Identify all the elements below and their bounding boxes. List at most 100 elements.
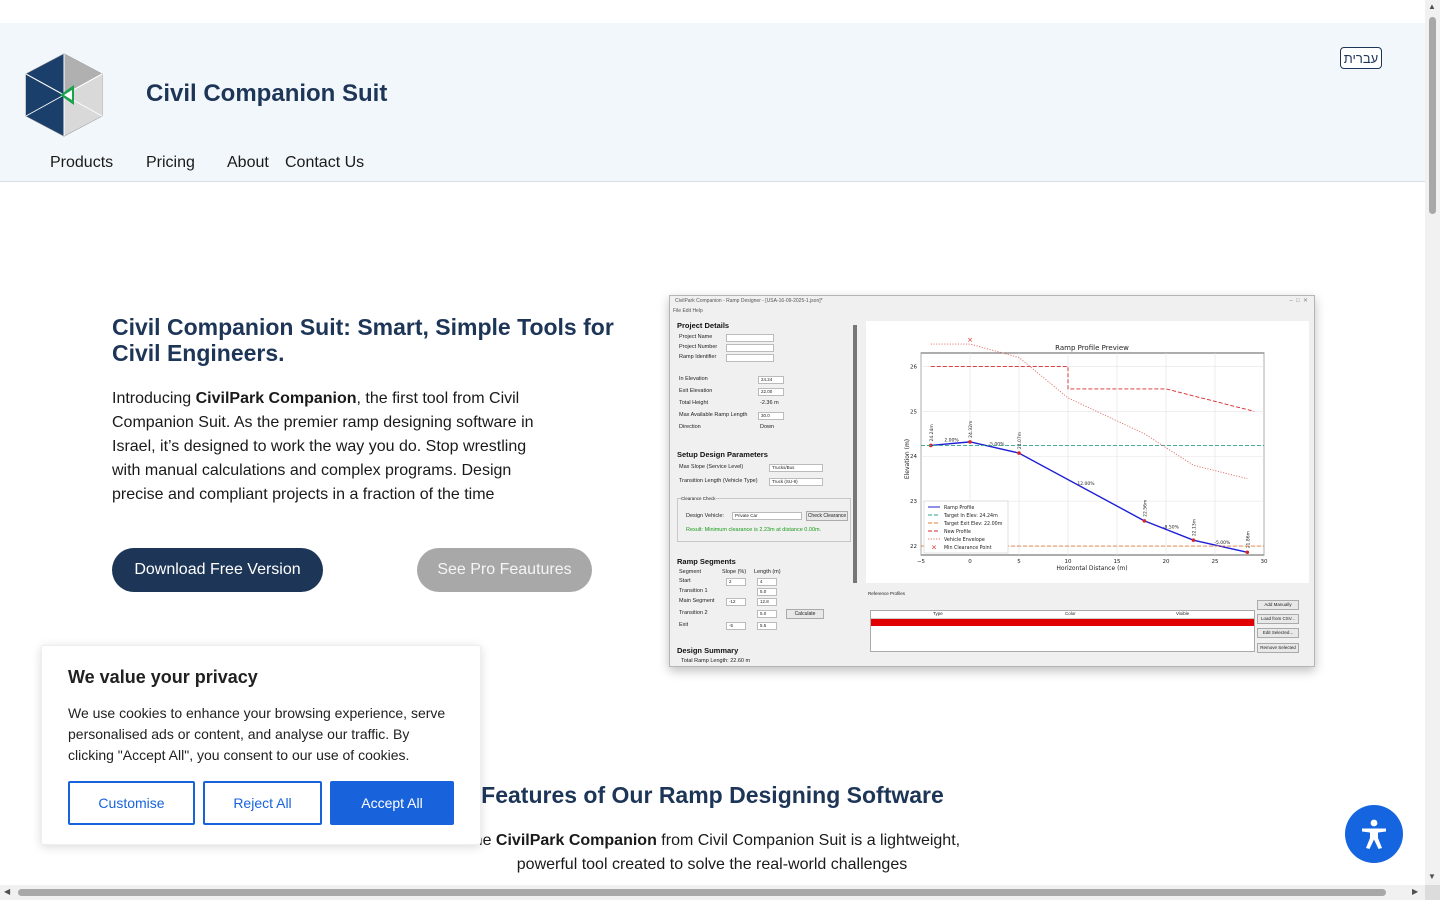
scroll-left-arrow-icon[interactable]: ◀	[4, 887, 10, 896]
customise-button[interactable]: Customise	[68, 781, 195, 825]
ramp-identifier-label: Ramp Identifier	[679, 354, 717, 360]
direction-value: Down	[760, 424, 775, 430]
accessibility-button[interactable]	[1345, 805, 1403, 863]
app-left-panel: Project Details Project Name Project Num…	[674, 319, 852, 664]
cookie-text: We use cookies to enhance your browsing …	[68, 705, 446, 763]
max-slope-label: Max Slope (Service Level)	[679, 464, 744, 470]
site-header: עברית Civil Companion Suit Products Pric…	[0, 23, 1425, 182]
app-screenshot: CivilPark Companion - Ramp Designer - [U…	[669, 295, 1315, 667]
product-name: CivilPark Companion	[195, 390, 357, 407]
segment-row-transition-2: Transition 2	[679, 610, 708, 616]
clearance-check-group: Clearance Check Design Vehicle: Private …	[677, 496, 851, 542]
total-ramp-length-text: Total Ramp Length: 22.60 m	[681, 658, 751, 664]
design-summary-heading: Design Summary	[677, 646, 739, 655]
accessibility-icon	[1362, 819, 1386, 849]
scroll-right-arrow-icon[interactable]: ▶	[1412, 887, 1418, 896]
scroll-up-arrow-icon[interactable]: ▲	[1428, 2, 1436, 11]
segment-length-input: 5.0	[757, 610, 777, 618]
chart-data-point	[1142, 519, 1147, 523]
chart-y-tick-label: 24	[910, 454, 917, 460]
vertical-scroll-thumb[interactable]	[1429, 17, 1436, 214]
ramp-identifier-input	[726, 354, 774, 362]
reference-color-header: Color	[1065, 611, 1076, 616]
chart-legend-label: Target Exit Elev: 22.00m	[943, 521, 1003, 527]
total-height-value: -2.36 m	[760, 400, 779, 406]
reference-table-row	[871, 619, 1254, 626]
chart-y-tick-label: 23	[910, 499, 917, 505]
max-ramp-length-label: Max Available Ramp Length	[679, 412, 748, 418]
nav-contact-us[interactable]: Contact Us	[285, 154, 364, 172]
chart-x-tick-label: 0	[968, 559, 972, 565]
chart-legend-label: New Profile	[944, 529, 971, 535]
segment-slope-input: -5	[726, 622, 746, 630]
project-details-heading: Project Details	[677, 321, 730, 330]
nav-pricing[interactable]: Pricing	[146, 154, 195, 172]
panel-scrollbar	[853, 325, 857, 583]
chart-slope-label: -5.00%	[989, 441, 1006, 447]
chart-x-tick-label: −5	[917, 559, 926, 565]
cookie-title: We value your privacy	[68, 667, 258, 687]
cube-logo-icon[interactable]	[22, 52, 106, 138]
hero-title: Civil Companion Suit: Smart, Simple Tool…	[112, 314, 614, 366]
chart-data-point	[1191, 538, 1196, 542]
chart-slope-label: -5.00%	[1214, 540, 1231, 546]
project-name-label: Project Name	[679, 334, 713, 340]
reference-table: Type Color Visible	[870, 610, 1255, 652]
horizontal-scrollbar[interactable]: ◀ ▶	[0, 885, 1425, 900]
nav-about[interactable]: About	[227, 154, 269, 172]
chart-legend-label: Ramp Profile	[944, 505, 974, 511]
segment-slope-input: 2	[726, 578, 746, 586]
direction-label: Direction	[679, 424, 701, 430]
cookie-consent-banner: We value your privacy We use cookies to …	[41, 645, 481, 845]
design-vehicle-label: Design Vehicle:	[686, 513, 724, 519]
vertical-scrollbar[interactable]: ▲ ▼	[1425, 0, 1440, 885]
chart-data-point	[968, 440, 972, 444]
exit-elevation-input: 22.00	[758, 388, 784, 396]
features-description: The CivilPark Companion from Civil Compa…	[464, 832, 961, 873]
reference-profiles-label: Reference Profiles	[868, 591, 906, 596]
segment-length-input: 5.5	[757, 622, 777, 630]
clearance-heading: Clearance Check	[681, 496, 716, 501]
slope-column-header: Slope (%)	[722, 569, 747, 575]
project-number-label: Project Number	[679, 344, 718, 350]
project-name-input	[726, 334, 774, 342]
segment-slope-input: -12	[726, 598, 746, 606]
scroll-down-arrow-icon[interactable]: ▼	[1428, 872, 1436, 881]
segment-row-exit: Exit	[679, 622, 689, 628]
chart-title: Ramp Profile Preview	[1055, 344, 1129, 352]
download-free-version-button[interactable]: Download Free Version	[112, 548, 323, 592]
accept-all-button[interactable]: Accept All	[330, 781, 454, 825]
segment-length-input: 4	[757, 578, 777, 586]
segment-row-start: Start	[679, 578, 691, 584]
chart-point-label: 24.24m	[929, 424, 935, 441]
chart-point-label: 22.56m	[1142, 500, 1148, 517]
check-clearance-button: Check Clearance	[806, 511, 848, 521]
brand-name[interactable]: Civil Companion Suit	[146, 80, 387, 108]
chart-legend-marker: ×	[931, 544, 937, 552]
ramp-profile-chart: Ramp Profile Preview Horizontal Distance…	[866, 321, 1309, 583]
transition-length-label: Transition Length (Vehicle Type)	[679, 478, 758, 484]
segment-length-input: 5.0	[757, 588, 777, 596]
app-window-title: CivilPark Companion - Ramp Designer - [U…	[675, 298, 823, 304]
reference-table-header: Type Color Visible	[871, 611, 1254, 619]
reject-all-button[interactable]: Reject All	[203, 781, 322, 825]
transition-length-select: Truck (SU-9)	[769, 478, 823, 486]
see-pro-features-button[interactable]: See Pro Feautures	[417, 548, 592, 592]
setup-parameters-heading: Setup Design Parameters	[677, 450, 768, 459]
in-elevation-input: 24.24	[758, 376, 784, 384]
edit-selected-button: Edit Selected...	[1257, 628, 1299, 638]
features-product-name: CivilPark Companion	[495, 832, 657, 849]
nav-products[interactable]: Products	[50, 154, 113, 172]
ramp-segments-heading: Ramp Segments	[677, 557, 736, 566]
language-toggle-button[interactable]: עברית	[1340, 47, 1382, 69]
design-vehicle-select: Private Car	[732, 512, 802, 520]
chart-x-tick-label: 30	[1261, 559, 1268, 565]
reference-profiles-panel: Reference Profiles Type Color Visible Ad…	[866, 588, 1309, 664]
chart-slope-label: -8.50%	[1163, 525, 1180, 531]
segment-column-header: Segment	[679, 569, 702, 575]
segment-row-main: Main Segment	[679, 598, 715, 604]
chart-x-tick-label: 5	[1017, 559, 1021, 565]
chart-data-point	[1245, 550, 1250, 555]
horizontal-scroll-thumb[interactable]	[18, 889, 1386, 896]
app-menu-bar: File Edit Help	[673, 308, 703, 314]
